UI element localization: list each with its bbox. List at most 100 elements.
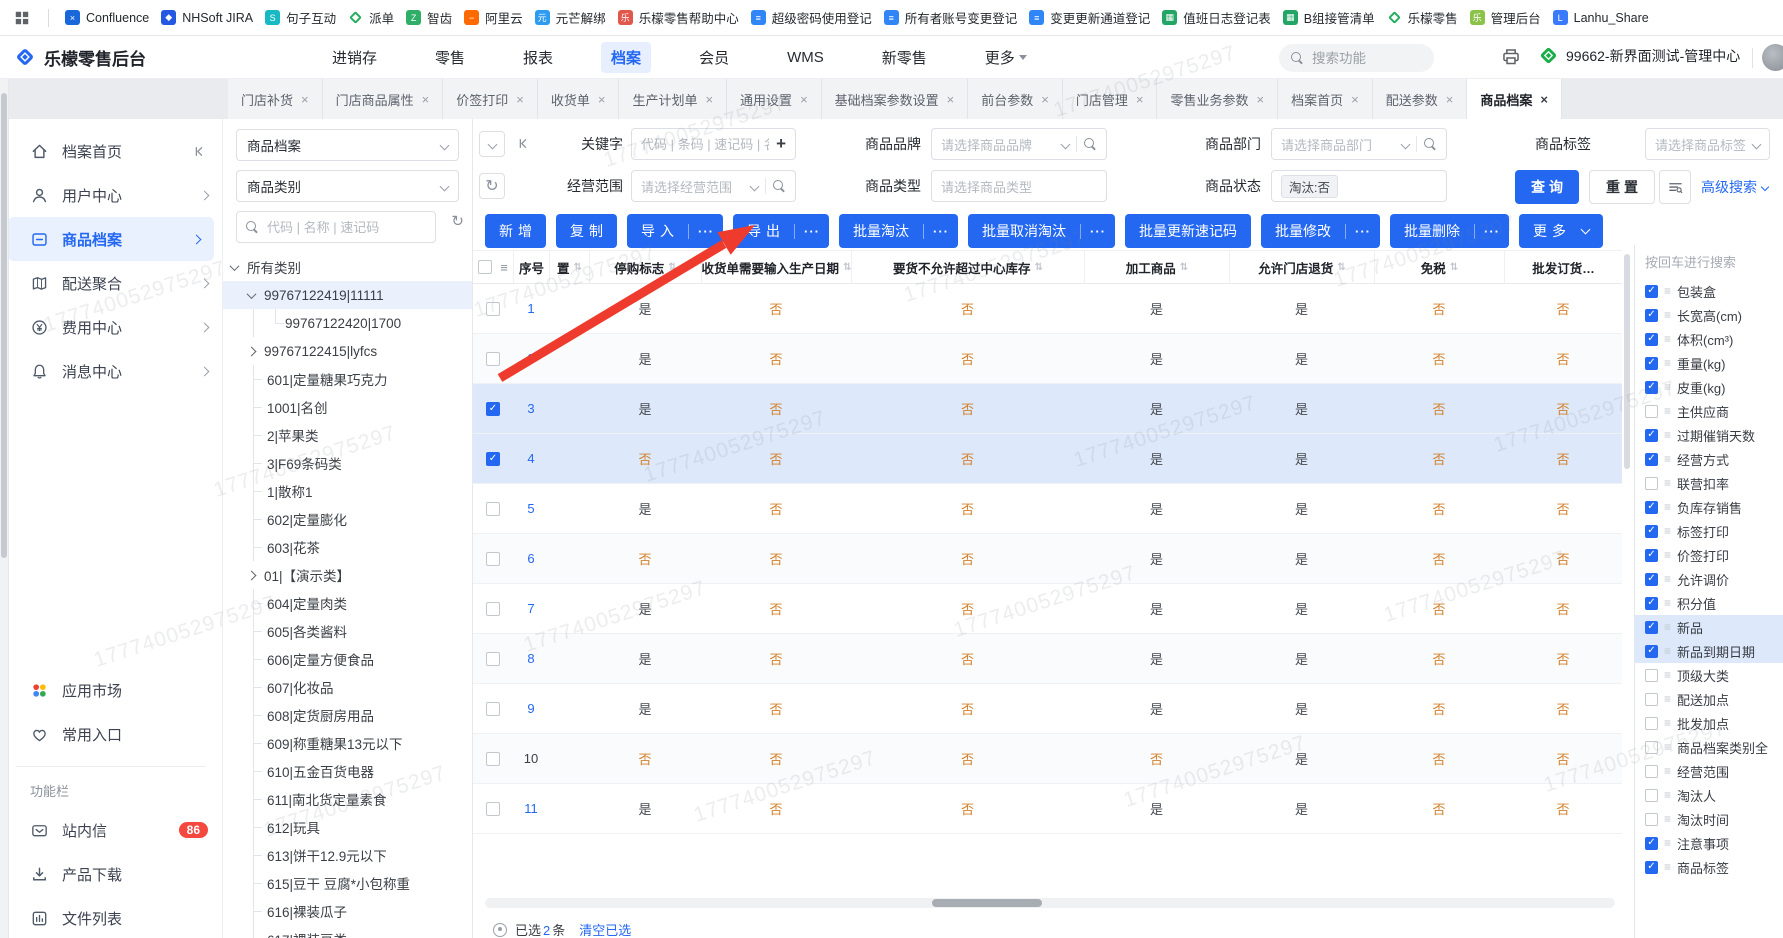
column-header-批发订货…[interactable]: 批发订货… (1504, 251, 1622, 283)
tree-node[interactable]: 01|【演示类】 (223, 561, 472, 589)
tree-node[interactable]: 613|饼干12.9元以下 (223, 841, 472, 869)
导出-button[interactable]: 导出 ··· (733, 214, 829, 248)
tree-node[interactable]: 608|定货厨房用品 (223, 701, 472, 729)
tree-node[interactable]: 2|苹果类 (223, 421, 472, 449)
close-icon[interactable]: × (947, 92, 955, 107)
column-search-input[interactable] (1645, 254, 1773, 270)
status-tag[interactable]: 淘汰:否 (1281, 174, 1338, 198)
column-option-商品档案类别全[interactable]: ≡ 商品档案类别全 (1635, 735, 1783, 759)
bookmark-item[interactable]: 乐乐檬零售帮助中心 (617, 8, 739, 27)
more-options-icon[interactable]: ··· (688, 223, 723, 239)
column-option-新品[interactable]: ≡ 新品 (1635, 615, 1783, 639)
tab-生产计划单[interactable]: 生产计划单 × (619, 79, 728, 119)
批量修改-button[interactable]: 批量修改 ··· (1261, 214, 1380, 248)
tree-node[interactable]: 610|五金百货电器 (223, 757, 472, 785)
keyword-input-box[interactable]: + (631, 128, 796, 160)
sort-icon[interactable]: ⇅ (574, 262, 582, 273)
row-checkbox[interactable] (486, 401, 500, 416)
tab-档案首页[interactable]: 档案首页 × (1278, 79, 1373, 119)
brand-select[interactable]: 请选择商品品牌 (931, 128, 1107, 160)
tab-价签打印[interactable]: 价签打印 × (443, 79, 538, 119)
column-option-淘汰时间[interactable]: ≡ 淘汰时间 (1635, 807, 1783, 831)
row-number-link[interactable]: 6 (527, 551, 534, 566)
drag-handle-icon[interactable]: ≡ (1664, 596, 1671, 610)
tree-node[interactable]: 1|散称1 (223, 477, 472, 505)
row-number-link[interactable]: 1 (527, 301, 534, 316)
close-icon[interactable]: × (1540, 92, 1548, 107)
tree-node[interactable]: 612|玩具 (223, 813, 472, 841)
sidebar-item-档案首页[interactable]: 档案首页 (0, 129, 222, 173)
function-search[interactable] (1279, 44, 1434, 72)
page-scrollbar[interactable] (0, 79, 9, 938)
bookmark-item[interactable]: S 句子互动 (265, 8, 336, 27)
column-option-商品标签[interactable]: ≡ 商品标签 (1635, 855, 1783, 879)
column-checkbox[interactable] (1645, 500, 1658, 514)
table-row[interactable]: 4 否 否 否 是 是 否 否 (473, 434, 1622, 484)
avatar[interactable] (1762, 44, 1783, 71)
tree-node[interactable]: 601|定量糖果巧克力 (223, 365, 472, 393)
tree-node[interactable]: 604|定量肉类 (223, 589, 472, 617)
tab-商品档案[interactable]: 商品档案 × (1467, 79, 1562, 119)
tree-node[interactable]: 615|豆干 豆腐*小包称重 (223, 869, 472, 897)
sidebar-item-站内信[interactable]: 站内信 86 (0, 808, 222, 852)
column-option-标签打印[interactable]: ≡ 标签打印 (1635, 519, 1783, 543)
tree-node[interactable]: 99767122420|1700 (223, 309, 472, 337)
tab-收货单[interactable]: 收货单 × (537, 79, 620, 119)
column-checkbox[interactable] (1645, 284, 1658, 298)
nav-item-WMS[interactable]: WMS (777, 44, 834, 71)
column-checkbox[interactable] (1645, 476, 1658, 490)
bookmark-item[interactable]: ◆ NHSoft JIRA (161, 10, 253, 25)
column-header-加工商品[interactable]: 加工商品 ⇅ (1084, 251, 1229, 283)
column-checkbox[interactable] (1645, 812, 1658, 826)
tab-基础档案参数设置[interactable]: 基础档案参数设置 × (821, 79, 969, 119)
bookmark-item[interactable]: ≡ 超级密码使用登记 (750, 8, 872, 27)
bookmark-item[interactable]: 派单 (348, 8, 394, 27)
more-options-icon[interactable]: ··· (794, 223, 829, 239)
tab-通用设置[interactable]: 通用设置 × (727, 79, 822, 119)
column-option-允许调价[interactable]: ≡ 允许调价 (1635, 567, 1783, 591)
导入-button[interactable]: 导入 ··· (627, 214, 723, 248)
drag-handle-icon[interactable]: ≡ (1664, 428, 1671, 442)
sidebar-item-应用市场[interactable]: 应用市场 (0, 668, 222, 712)
drag-handle-icon[interactable]: ≡ (1664, 836, 1671, 850)
tree-node[interactable]: 99767122419|11111 (223, 281, 472, 309)
新增-button[interactable]: 新增 (485, 214, 546, 248)
keyword-input[interactable] (641, 136, 770, 152)
dept-select[interactable]: 请选择商品部门 (1271, 128, 1447, 160)
drag-handle-icon[interactable]: ≡ (1664, 572, 1671, 586)
row-number-link[interactable]: 4 (527, 451, 534, 466)
sort-icon[interactable]: ⇅ (843, 262, 851, 273)
tree-node[interactable]: 606|定量方便食品 (223, 645, 472, 673)
drag-handle-icon[interactable]: ≡ (1664, 524, 1671, 538)
column-option-价签打印[interactable]: ≡ 价签打印 (1635, 543, 1783, 567)
bookmark-item[interactable]: L Lanhu_Share (1552, 10, 1649, 25)
workspace-badge[interactable]: 99662-新界面测试-管理中心 (1538, 45, 1740, 66)
column-option-联营扣率[interactable]: ≡ 联营扣率 (1635, 471, 1783, 495)
row-number-link[interactable]: 3 (527, 401, 534, 416)
drag-handle-icon[interactable]: ≡ (1664, 716, 1671, 730)
sort-icon[interactable]: ⇅ (1180, 262, 1188, 273)
table-row[interactable]: 7 是 否 否 是 是 否 否 (473, 584, 1622, 634)
column-checkbox[interactable] (1645, 452, 1658, 466)
column-checkbox[interactable] (1645, 716, 1658, 730)
close-icon[interactable]: × (1257, 92, 1265, 107)
tree-node[interactable]: 1001|名创 (223, 393, 472, 421)
column-checkbox[interactable] (1645, 596, 1658, 610)
column-header-置[interactable]: 置 ⇅ (549, 251, 589, 283)
drag-handle-icon[interactable]: ≡ (1664, 332, 1671, 346)
table-horizontal-scrollbar[interactable] (485, 898, 1615, 908)
scope-select[interactable]: 请选择经营范围 (631, 170, 796, 202)
collapse-filters-button[interactable] (479, 131, 505, 157)
tab-门店管理[interactable]: 门店管理 × (1062, 79, 1158, 119)
column-option-经营范围[interactable]: ≡ 经营范围 (1635, 759, 1783, 783)
column-search-box[interactable] (1635, 245, 1783, 279)
row-number-link[interactable]: 2 (527, 351, 534, 366)
drag-handle-icon[interactable]: ≡ (1664, 284, 1671, 298)
close-icon[interactable]: × (1351, 92, 1359, 107)
table-row[interactable]: 11 是 否 否 是 是 否 否 (473, 784, 1622, 834)
scrollbar-thumb[interactable] (1, 93, 7, 558)
drag-handle-icon[interactable]: ≡ (1664, 308, 1671, 322)
sidebar-item-产品下载[interactable]: 产品下载 (0, 852, 222, 896)
tab-前台参数[interactable]: 前台参数 × (968, 79, 1063, 119)
close-icon[interactable]: × (422, 92, 430, 107)
